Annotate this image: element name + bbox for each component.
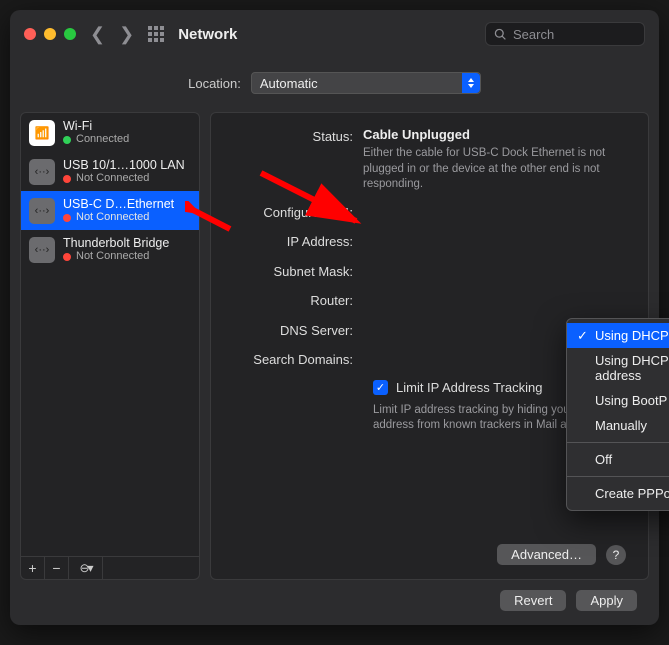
location-value: Automatic — [260, 76, 318, 91]
wifi-icon: 📶 — [29, 120, 55, 146]
status-value: Cable Unplugged — [363, 127, 626, 142]
limit-ip-tracking-label: Limit IP Address Tracking — [396, 380, 542, 395]
service-status: Connected — [63, 133, 129, 146]
subnet-mask-label: Subnet Mask: — [233, 262, 363, 282]
location-row: Location: Automatic — [10, 58, 659, 112]
add-service-button[interactable]: + — [21, 557, 45, 579]
ip-address-label: IP Address: — [233, 232, 363, 252]
service-status-text: Not Connected — [76, 172, 149, 185]
show-all-icon[interactable] — [148, 26, 164, 42]
service-name: USB 10/1…1000 LAN — [63, 158, 185, 172]
services-list: 📶Wi-FiConnected‹··›USB 10/1…1000 LANNot … — [21, 113, 199, 556]
search-placeholder: Search — [513, 27, 554, 42]
services-footer: + − ⊖▾ — [21, 556, 199, 579]
remove-service-button[interactable]: − — [45, 557, 69, 579]
service-name: Thunderbolt Bridge — [63, 236, 169, 250]
ethernet-icon: ‹··› — [29, 237, 55, 263]
service-actions-menu[interactable]: ⊖▾ — [69, 557, 103, 579]
titlebar: ❮ ❯ Network Search — [10, 10, 659, 58]
location-label: Location: — [188, 76, 241, 91]
service-text: Wi-FiConnected — [63, 119, 129, 146]
service-item[interactable]: 📶 Wi-FiConnected — [21, 113, 199, 152]
service-name: Wi-Fi — [63, 119, 129, 133]
configure-ipv4-option[interactable]: Create PPPoE Service… — [567, 481, 669, 506]
dns-server-label: DNS Server: — [233, 321, 363, 341]
ethernet-icon: ‹··› — [29, 198, 55, 224]
service-detail-panel: Status: Cable Unplugged Either the cable… — [210, 112, 649, 580]
window-footer: Revert Apply — [10, 590, 659, 625]
service-status-text: Not Connected — [76, 250, 149, 263]
status-row: Status: Cable Unplugged Either the cable… — [233, 127, 626, 193]
menu-separator — [567, 442, 669, 443]
body: 📶Wi-FiConnected‹··›USB 10/1…1000 LANNot … — [10, 112, 659, 590]
service-status-text: Connected — [76, 133, 129, 146]
service-text: Thunderbolt BridgeNot Connected — [63, 236, 169, 263]
revert-button[interactable]: Revert — [500, 590, 566, 611]
window-title: Network — [178, 26, 237, 43]
ethernet-icon: ‹··› — [29, 159, 55, 185]
status-label: Status: — [233, 127, 363, 147]
limit-ip-tracking-row: Limit IP Address Tracking — [373, 380, 542, 395]
search-field[interactable]: Search — [485, 22, 645, 46]
status-dot-icon — [63, 136, 71, 144]
detail-footer: Advanced… ? — [233, 544, 626, 565]
configure-ipv4-option[interactable]: Manually — [567, 413, 669, 438]
service-status: Not Connected — [63, 211, 174, 224]
status-dot-icon — [63, 214, 71, 222]
popup-stepper-icon — [462, 73, 480, 93]
service-item[interactable]: ‹··› USB-C D…EthernetNot Connected — [21, 191, 199, 230]
help-button[interactable]: ? — [606, 545, 626, 565]
configure-ipv4-option[interactable]: Using DHCP — [567, 323, 669, 348]
minimize-window-button[interactable] — [44, 28, 56, 40]
zoom-window-button[interactable] — [64, 28, 76, 40]
service-name: USB-C D…Ethernet — [63, 197, 174, 211]
router-label: Router: — [233, 291, 363, 311]
service-text: USB 10/1…1000 LANNot Connected — [63, 158, 185, 185]
service-status-text: Not Connected — [76, 211, 149, 224]
location-popup[interactable]: Automatic — [251, 72, 481, 94]
window-controls — [24, 28, 76, 40]
close-window-button[interactable] — [24, 28, 36, 40]
nav-buttons: ❮ ❯ — [90, 24, 134, 45]
network-prefpane-window: ❮ ❯ Network Search Location: Automatic 📶… — [10, 10, 659, 625]
advanced-button[interactable]: Advanced… — [497, 544, 596, 565]
services-sidebar: 📶Wi-FiConnected‹··›USB 10/1…1000 LANNot … — [20, 112, 200, 580]
search-icon — [494, 28, 507, 41]
configure-ipv4-option[interactable]: Using BootP — [567, 388, 669, 413]
service-text: USB-C D…EthernetNot Connected — [63, 197, 174, 224]
service-item[interactable]: ‹··› Thunderbolt BridgeNot Connected — [21, 230, 199, 269]
limit-ip-tracking-checkbox[interactable] — [373, 380, 388, 395]
status-subtext: Either the cable for USB-C Dock Ethernet… — [363, 146, 613, 193]
service-status: Not Connected — [63, 172, 185, 185]
search-domains-label: Search Domains: — [233, 350, 363, 370]
menu-separator — [567, 476, 669, 477]
configure-ipv4-option[interactable]: Off — [567, 447, 669, 472]
status-dot-icon — [63, 253, 71, 261]
configure-ipv4-option[interactable]: Using DHCP with manual address — [567, 348, 669, 388]
apply-button[interactable]: Apply — [576, 590, 637, 611]
status-dot-icon — [63, 175, 71, 183]
configure-ipv4-label: Configure IPv4: — [233, 203, 363, 223]
configure-ipv4-menu: Using DHCPUsing DHCP with manual address… — [566, 318, 669, 511]
forward-button[interactable]: ❯ — [119, 24, 134, 45]
back-button[interactable]: ❮ — [90, 24, 105, 45]
service-status: Not Connected — [63, 250, 169, 263]
service-item[interactable]: ‹··› USB 10/1…1000 LANNot Connected — [21, 152, 199, 191]
